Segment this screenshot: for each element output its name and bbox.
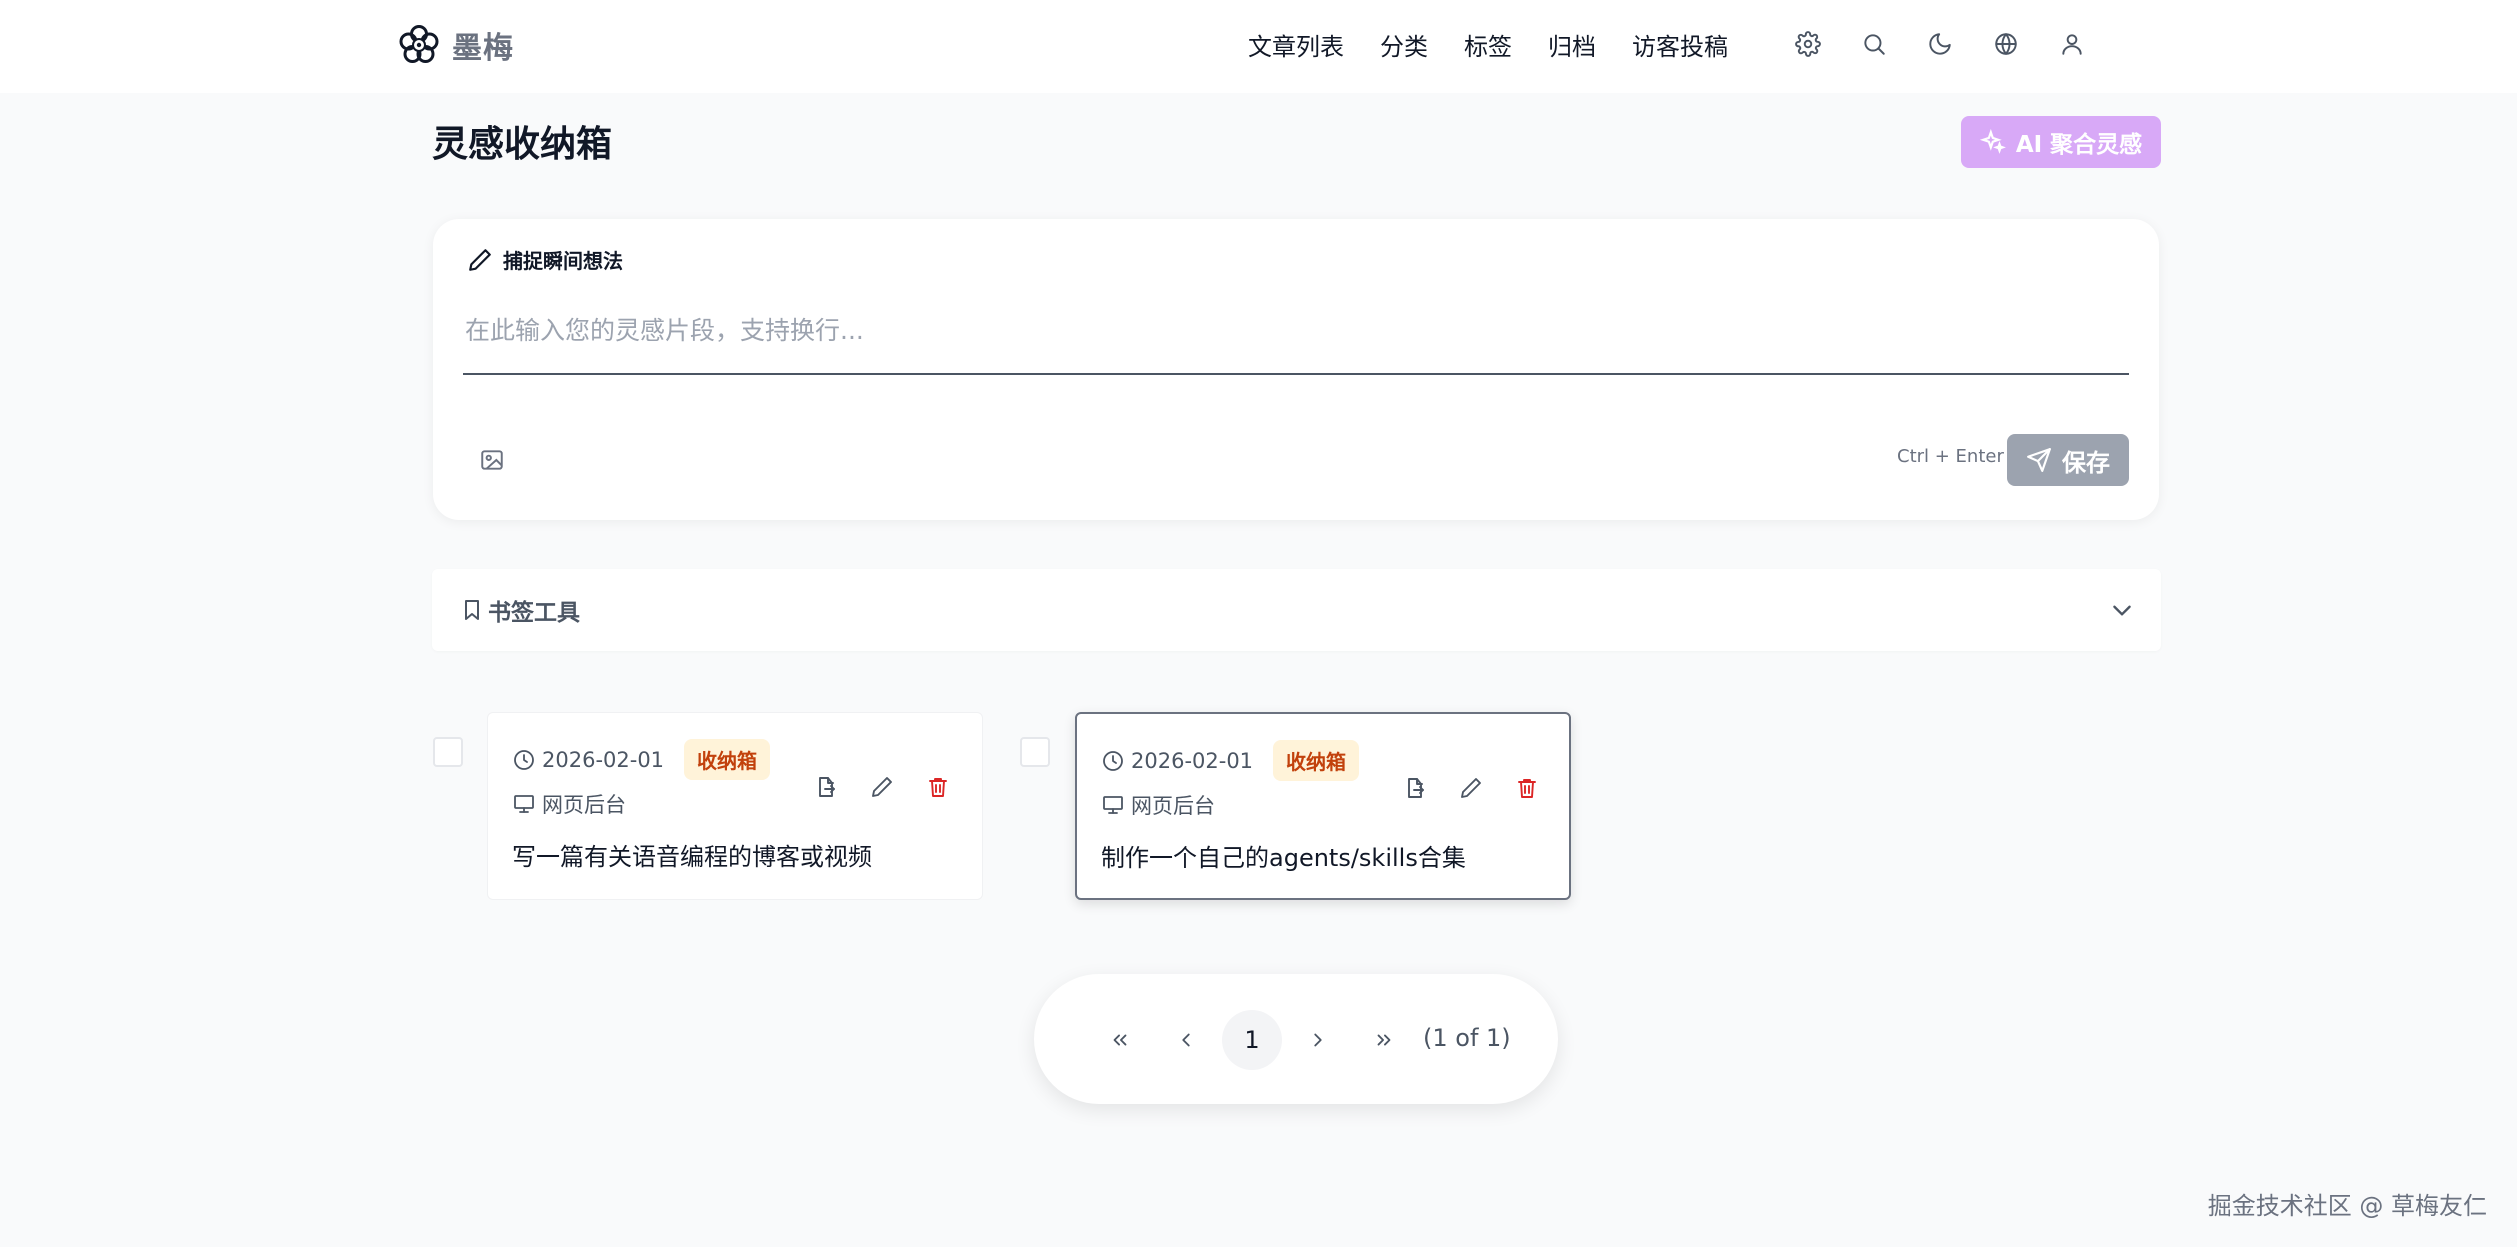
site-name: 墨梅: [452, 31, 514, 66]
note-content: 制作一个自己的agents/skills合集: [1101, 844, 1466, 872]
user-icon: [2062, 34, 2082, 55]
capture-heading-text: 捕捉瞬间想法: [503, 249, 623, 273]
chevrons-left-icon: [1113, 1034, 1127, 1046]
clock-icon: [1103, 750, 1123, 771]
note-status-badge: 收纳箱: [1273, 740, 1360, 781]
save-button[interactable]: 保存: [2007, 434, 2129, 486]
trash-icon: [929, 778, 947, 797]
monitor-icon: [1103, 796, 1123, 814]
top-navbar: 墨梅 文章列表 分类 标签 归档 访客投稿: [0, 0, 2517, 93]
language-button[interactable]: [1988, 26, 2024, 62]
page-title: 灵感收纳箱: [432, 124, 613, 165]
plum-blossom-logo-icon: [399, 25, 439, 63]
image-icon: [481, 450, 503, 470]
settings-button[interactable]: [1790, 26, 1826, 62]
note-meta: 2026-02-01 收纳箱: [1101, 740, 1360, 781]
bookmark-tools-panel[interactable]: 书签工具: [432, 569, 2161, 651]
save-label: 保存: [2062, 448, 2110, 477]
idea-input[interactable]: [463, 299, 2129, 375]
page-number-button[interactable]: 1: [1222, 1010, 1282, 1070]
bookmark-expand-toggle[interactable]: [2107, 595, 2137, 625]
bookmark-tools-label: 书签工具: [488, 600, 580, 626]
ai-aggregate-label: AI 聚合灵感: [2015, 132, 2143, 158]
last-page-button[interactable]: [1354, 1010, 1414, 1070]
chevron-right-icon: [1314, 1033, 1322, 1047]
page-info: (1 of 1): [1423, 1024, 1511, 1052]
edit-note-button[interactable]: [1457, 774, 1485, 802]
note-card[interactable]: 2026-02-01 收纳箱 网页后台 制作一个自己的agents/skills…: [1075, 712, 1571, 900]
monitor-icon: [514, 795, 534, 813]
insert-image-button[interactable]: [475, 443, 509, 477]
ai-aggregate-button[interactable]: AI 聚合灵感: [1961, 116, 2161, 168]
note-select-checkbox[interactable]: [433, 737, 463, 767]
moon-icon: [1929, 33, 1951, 55]
bookmark-tools-heading: 书签工具: [460, 593, 580, 627]
note-actions: [1401, 774, 1541, 802]
search-button[interactable]: [1856, 26, 1892, 62]
bookmark-icon: [465, 600, 479, 620]
first-page-button[interactable]: [1090, 1010, 1150, 1070]
delete-note-button[interactable]: [1513, 774, 1541, 802]
note-source-text: 网页后台: [542, 793, 626, 817]
site-logo[interactable]: 墨梅: [398, 22, 514, 68]
capture-heading: 捕捉瞬间想法: [467, 245, 623, 274]
shortcut-hint: Ctrl + Enter: [1897, 446, 2004, 467]
convert-to-post-button[interactable]: [1401, 774, 1429, 802]
watermark: 掘金技术社区 @ 草梅友仁: [2207, 1192, 2487, 1220]
note-source: 网页后台: [512, 789, 626, 819]
capture-card: 捕捉瞬间想法 Ctrl + Enter 保存: [433, 219, 2159, 520]
note-content: 写一篇有关语音编程的博客或视频: [512, 843, 872, 871]
theme-toggle-button[interactable]: [1922, 26, 1958, 62]
nav-icon-group: [1790, 24, 2090, 64]
note-card[interactable]: 2026-02-01 收纳箱 网页后台 写一篇有关语音编程的博客或视频: [487, 712, 983, 900]
gear-icon: [1795, 31, 1821, 57]
prev-page-button[interactable]: [1156, 1010, 1216, 1070]
delete-note-button[interactable]: [924, 773, 952, 801]
edit-note-button[interactable]: [868, 773, 896, 801]
nav-categories[interactable]: 分类: [1380, 27, 1428, 62]
pagination: 1 (1 of 1): [1034, 974, 1558, 1104]
convert-to-post-button[interactable]: [812, 773, 840, 801]
note-meta: 2026-02-01 收纳箱: [512, 739, 771, 780]
clock-icon: [514, 749, 534, 770]
note-date: 2026-02-01: [1131, 748, 1254, 773]
main-nav: 文章列表 分类 标签 归档 访客投稿: [1248, 24, 1764, 64]
user-button[interactable]: [2054, 26, 2090, 62]
search-icon: [1864, 34, 1885, 55]
note-date: 2026-02-01: [542, 747, 665, 772]
note-select-checkbox[interactable]: [1020, 737, 1050, 767]
nav-archive[interactable]: 归档: [1548, 27, 1596, 62]
note-actions: [812, 773, 952, 801]
nav-articles[interactable]: 文章列表: [1248, 27, 1344, 62]
note-source-text: 网页后台: [1131, 794, 1215, 818]
chevron-left-icon: [1182, 1033, 1190, 1047]
file-export-icon: [1408, 778, 1424, 798]
sparkles-icon: [1979, 129, 2006, 154]
nav-tags[interactable]: 标签: [1464, 27, 1512, 62]
pencil-icon: [1461, 778, 1481, 798]
note-source: 网页后台: [1101, 790, 1215, 820]
send-icon: [2027, 448, 2051, 472]
note-status-badge: 收纳箱: [684, 739, 771, 780]
globe-icon: [1995, 33, 2017, 55]
pencil-icon: [469, 248, 491, 271]
chevrons-right-icon: [1377, 1034, 1391, 1046]
chevron-down-icon: [2113, 605, 2131, 616]
nav-guest-post[interactable]: 访客投稿: [1632, 27, 1728, 62]
trash-icon: [1518, 779, 1536, 798]
pencil-icon: [872, 777, 892, 797]
next-page-button[interactable]: [1288, 1010, 1348, 1070]
file-export-icon: [819, 777, 835, 797]
